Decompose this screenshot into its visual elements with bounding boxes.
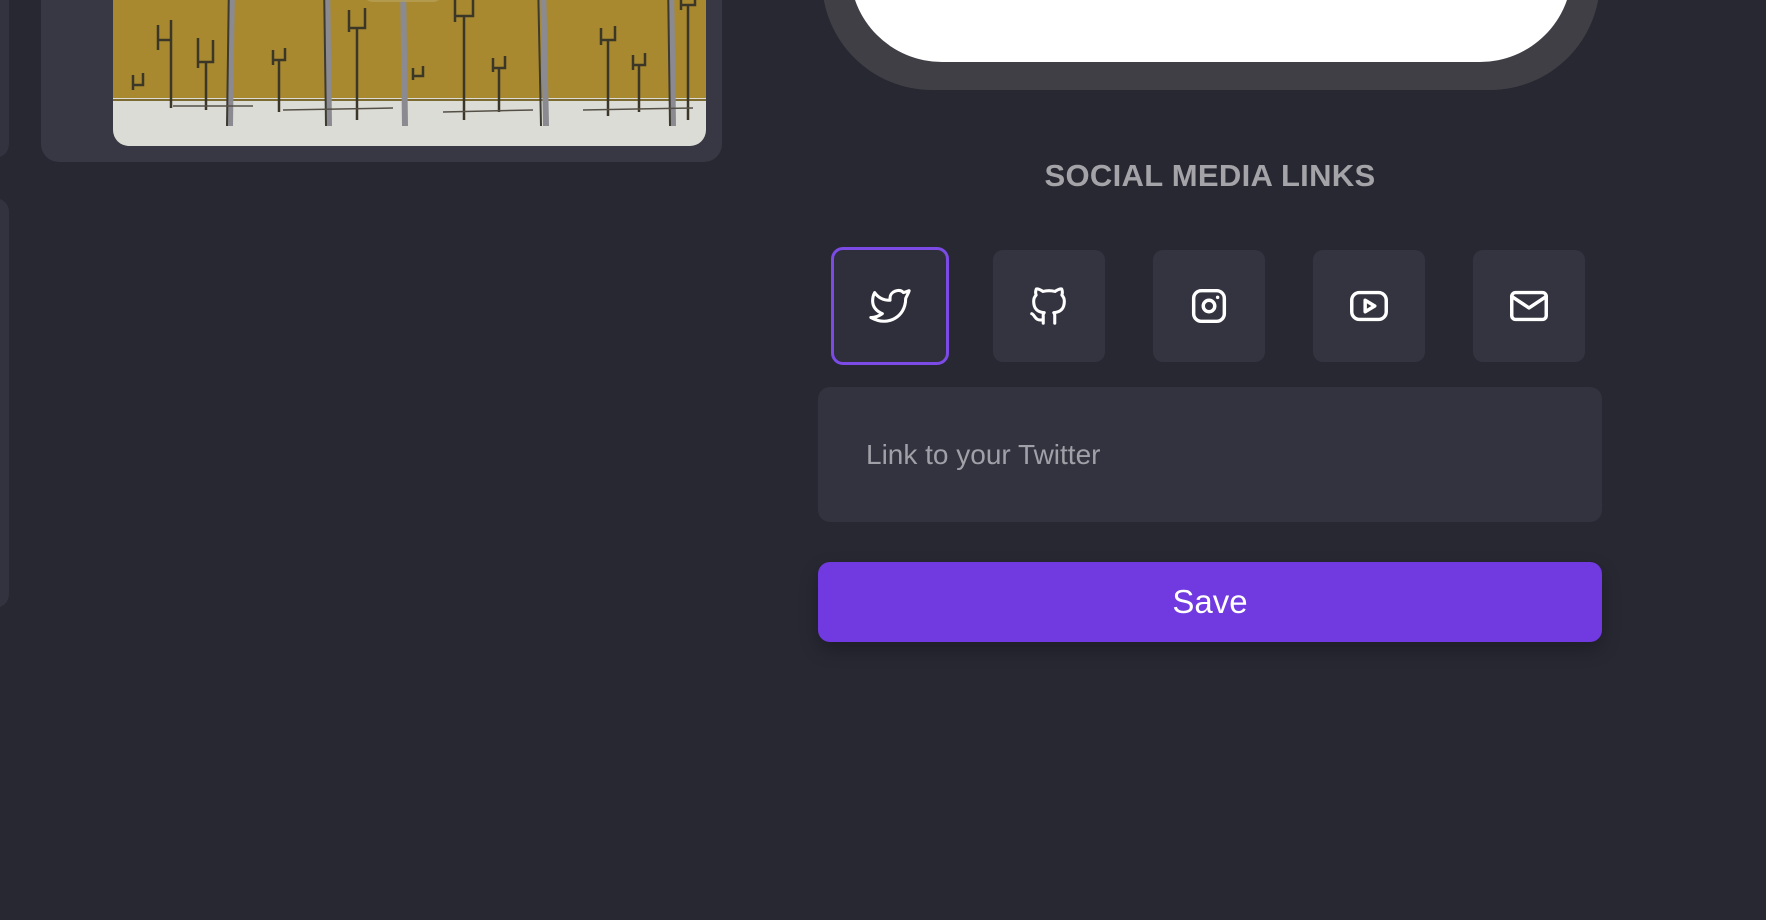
save-button[interactable]: Save xyxy=(818,562,1602,642)
twitter-button[interactable] xyxy=(831,247,949,365)
social-links-heading: SOCIAL MEDIA LINKS xyxy=(1044,158,1376,193)
email-button[interactable] xyxy=(1473,250,1585,362)
profile-editor-page: SOCIAL MEDIA LINKS Save xyxy=(0,0,1766,920)
social-link-input[interactable] xyxy=(818,387,1602,522)
phone-preview-screen xyxy=(850,0,1572,62)
github-icon xyxy=(1030,287,1066,325)
twitter-icon xyxy=(869,288,911,323)
github-button[interactable] xyxy=(993,250,1105,362)
mail-icon xyxy=(1510,290,1548,322)
left-panel-edge-lower xyxy=(0,198,9,608)
album-cover-image[interactable] xyxy=(113,0,706,146)
youtube-button[interactable] xyxy=(1313,250,1425,362)
instagram-icon xyxy=(1191,288,1227,324)
instagram-button[interactable] xyxy=(1153,250,1265,362)
youtube-icon xyxy=(1350,290,1388,322)
left-panel-edge xyxy=(0,0,9,158)
